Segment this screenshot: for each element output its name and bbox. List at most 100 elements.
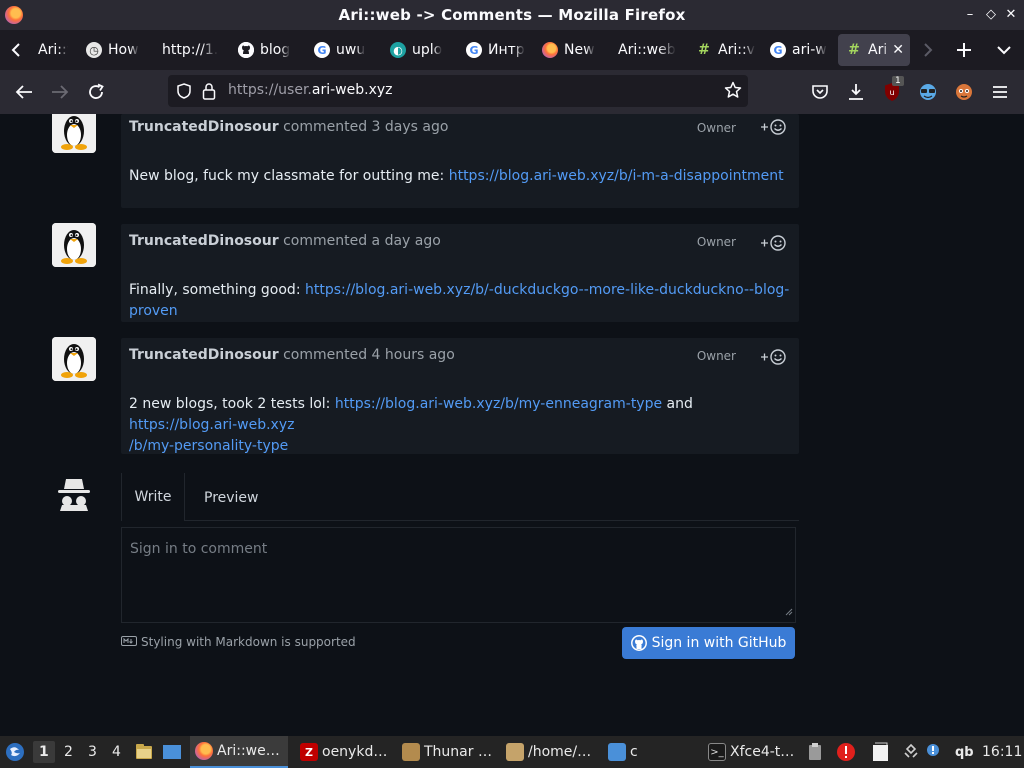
tab-label: uplo [412, 42, 443, 58]
new-tab-icon[interactable] [952, 34, 976, 66]
markdown-note: Styling with Markdown is supported [121, 635, 356, 649]
tab-3[interactable]: blog [230, 34, 298, 66]
task-firefox[interactable]: Ari::we… [190, 736, 288, 768]
avatar-tux[interactable] [52, 337, 96, 381]
add-reaction-icon[interactable] [759, 348, 787, 368]
error-notification-icon[interactable] [836, 736, 856, 768]
show-desktop-icon[interactable] [162, 736, 184, 768]
comment-header: TruncatedDinosour commented a day ago Ow… [121, 224, 799, 266]
resize-handle-icon[interactable] [785, 601, 793, 620]
add-reaction-icon[interactable] [759, 234, 787, 254]
task-thunar[interactable]: Thunar … [400, 736, 496, 768]
google-icon: G [466, 42, 482, 58]
tampermonkey-icon[interactable] [952, 80, 976, 104]
file-manager-launcher-icon[interactable] [135, 736, 155, 768]
tab-7[interactable]: New [534, 34, 602, 66]
address-bar[interactable]: https://user.ari-web.xyz [168, 75, 748, 107]
clock[interactable]: 16:11 [982, 736, 1022, 768]
close-tab-icon[interactable]: ✕ [892, 42, 904, 58]
comment-card: TruncatedDinosour commented 3 days ago O… [121, 114, 799, 208]
lock-icon[interactable] [202, 82, 216, 104]
list-all-tabs-icon[interactable] [994, 34, 1014, 66]
avatar-tux[interactable] [52, 114, 96, 153]
task-folder[interactable]: c [606, 736, 696, 768]
comment-link[interactable]: /b/my-personality-type [129, 438, 288, 454]
network-icon[interactable] [902, 736, 922, 768]
tab-strip: Ari::v ◷ How http://1. blog G uwu ◐ uplo… [0, 30, 1024, 70]
tab-6[interactable]: G Интр [458, 34, 526, 66]
comment-body: New blog, fuck my classmate for outting … [129, 168, 784, 184]
avatar-tux[interactable] [52, 223, 96, 267]
shield-icon[interactable] [176, 83, 192, 103]
comment-textarea[interactable]: Sign in to comment [121, 527, 796, 623]
ublock-origin-icon[interactable]: u 1 [880, 76, 904, 104]
tab-label: How [108, 42, 139, 58]
page-content: TruncatedDinosour commented 3 days ago O… [0, 114, 1024, 736]
comment-link[interactable]: https://blog.ari-web.xyz/b/i-m-a-disappo… [449, 168, 784, 184]
task-filezilla[interactable]: Z oenykd… [298, 736, 394, 768]
tab-0[interactable]: Ari::v [30, 34, 68, 66]
comment-link[interactable]: https://blog.ari-web.xyz/b/my-enneagram-… [335, 396, 662, 412]
minimize-button[interactable]: – [962, 6, 978, 24]
updates-icon[interactable] [926, 736, 942, 768]
forward-icon[interactable] [48, 80, 72, 104]
back-icon[interactable] [12, 80, 36, 104]
task-terminal[interactable]: >_ Xfce4-t… [706, 736, 802, 768]
downloads-icon[interactable] [844, 80, 868, 104]
tab-write[interactable]: Write [121, 473, 185, 521]
pocket-icon[interactable] [808, 80, 832, 104]
github-icon [630, 635, 647, 651]
navigation-toolbar: https://user.ari-web.xyz u 1 [0, 70, 1024, 114]
comment-body: 2 new blogs, took 2 tests lol: https://b… [129, 396, 693, 454]
comment-meta: TruncatedDinosour commented 3 days ago [129, 119, 449, 135]
reload-icon[interactable] [84, 80, 108, 104]
tab-preview[interactable]: Preview [204, 490, 259, 506]
tab-1[interactable]: ◷ How [78, 34, 146, 66]
tab-label: blog [260, 42, 291, 58]
tab-label: Ari::web [618, 42, 676, 58]
comment-link[interactable]: https://blog.ari-web.xyz [129, 417, 294, 433]
comment-editor: Write Preview Sign in to comment Styling… [121, 473, 799, 659]
hashtag-icon: # [698, 42, 710, 58]
tab-11-active[interactable]: # Ari ✕ [838, 34, 910, 66]
markdown-icon [121, 635, 137, 649]
folder-icon [608, 743, 626, 761]
tab-9[interactable]: # Ari::v [688, 34, 756, 66]
maximize-button[interactable]: ◇ [983, 6, 999, 24]
comment-author[interactable]: TruncatedDinosour [129, 347, 279, 363]
add-reaction-icon[interactable] [759, 118, 787, 138]
clipboard-icon[interactable] [808, 736, 826, 768]
tab-5[interactable]: ◐ uplo [382, 34, 450, 66]
sign-in-with-github-button[interactable]: Sign in with GitHub [622, 627, 795, 659]
privacy-extension-icon[interactable] [916, 80, 940, 104]
tab-label: Ari::v [38, 42, 68, 58]
comment-card: TruncatedDinosour commented 4 hours ago … [121, 338, 799, 454]
workspace-1[interactable]: 1 [39, 744, 49, 760]
workspace-4[interactable]: 4 [112, 744, 121, 760]
qbittorrent-tray-icon[interactable]: qb [955, 736, 974, 768]
close-window-button[interactable]: ✕ [1003, 6, 1019, 24]
bookmark-star-icon[interactable] [724, 81, 742, 103]
comment-author[interactable]: TruncatedDinosour [129, 119, 279, 135]
tab-scroll-right-icon[interactable] [920, 34, 936, 66]
comment-header: TruncatedDinosour commented 4 hours ago … [121, 338, 799, 380]
filezilla-icon: Z [300, 743, 318, 761]
firefox-icon [195, 742, 213, 760]
tab-scroll-left-icon[interactable] [8, 34, 24, 66]
tab-2[interactable]: http://1. [154, 34, 222, 66]
comment-card: TruncatedDinosour commented a day ago Ow… [121, 224, 799, 322]
tab-10[interactable]: G ari-w [762, 34, 830, 66]
tab-8[interactable]: Ari::web [610, 34, 686, 66]
archive-icon [506, 743, 524, 761]
tab-label: ari-w [792, 42, 827, 58]
task-archive[interactable]: /home/… [504, 736, 600, 768]
xfce-menu-icon[interactable] [5, 736, 27, 768]
editor-tabs: Write Preview [121, 473, 799, 521]
menu-hamburger-icon[interactable] [988, 80, 1012, 104]
workspace-3[interactable]: 3 [88, 744, 97, 760]
workspace-2[interactable]: 2 [64, 744, 73, 760]
notes-icon[interactable] [872, 736, 892, 768]
tab-4[interactable]: G uwu [306, 34, 374, 66]
comment-author[interactable]: TruncatedDinosour [129, 233, 279, 249]
window-title: Ari::web -> Comments — Mozilla Firefox [338, 6, 686, 24]
